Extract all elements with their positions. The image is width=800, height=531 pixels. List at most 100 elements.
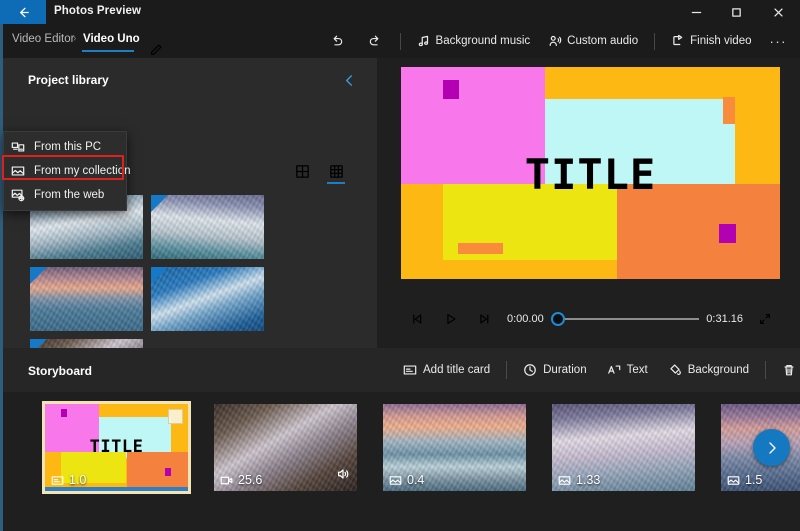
speaker-icon [336, 467, 350, 481]
clip-title-text: TITLE [45, 437, 188, 457]
back-button[interactable] [0, 0, 46, 24]
collapse-library-button[interactable] [337, 68, 361, 92]
background-button[interactable]: Background [658, 348, 759, 392]
storyboard-clip-photo[interactable]: 0.4 [383, 404, 526, 491]
paint-bucket-icon [668, 363, 682, 377]
pencil-icon [149, 43, 163, 57]
view-large-thumbnails-button[interactable] [291, 164, 313, 188]
close-button[interactable] [756, 0, 800, 24]
step-forward-icon [477, 312, 491, 326]
seek-handle[interactable] [551, 312, 565, 326]
chevron-right-icon [764, 440, 780, 456]
title-card-icon [403, 363, 417, 377]
add-title-card-button[interactable]: Add title card [393, 348, 500, 392]
menu-item-from-the-web[interactable]: From the web [4, 183, 126, 207]
menu-item-label: From this PC [34, 141, 101, 153]
menu-item-highlight [2, 155, 124, 180]
grid-small-icon [329, 164, 344, 179]
title-card-render: TITLE [401, 67, 780, 279]
delete-clip-button[interactable] [772, 348, 800, 392]
clip-magenta-square [165, 468, 171, 476]
title-card-text: TITLE [401, 154, 780, 196]
finish-video-button[interactable]: Finish video [662, 24, 760, 58]
clip-selected-indicator [45, 487, 188, 491]
library-view-toggles [291, 164, 347, 188]
storyboard-clip-title-card[interactable]: TITLE 1.0 [45, 404, 188, 491]
redo-button[interactable] [356, 24, 393, 58]
clip-duration-badge: 25.6 [220, 473, 262, 487]
background-music-label: Background music [436, 35, 531, 47]
video-preview-stage[interactable]: TITLE [401, 67, 780, 279]
clip-audio-toggle[interactable] [336, 467, 350, 486]
seek-track [559, 318, 700, 320]
music-note-icon [417, 34, 431, 48]
custom-audio-label: Custom audio [567, 35, 638, 47]
used-in-project-marker [30, 267, 47, 284]
photo-globe-icon [10, 187, 26, 203]
library-thumbnail[interactable] [151, 267, 264, 331]
toolbar-separator-2 [654, 33, 655, 50]
minimize-button[interactable] [676, 0, 716, 24]
app-title: Photos Preview [54, 5, 141, 17]
play-button[interactable] [434, 305, 467, 333]
text-icon [607, 363, 621, 377]
photo-icon [389, 474, 402, 487]
clip-duration-badge: 1.5 [727, 473, 762, 487]
preview-pane: TITLE 0:00.00 [380, 58, 800, 348]
next-frame-button[interactable] [467, 305, 500, 333]
scroll-clips-next-button[interactable] [753, 429, 790, 466]
background-label: Background [688, 364, 749, 376]
library-thumbnail[interactable] [30, 267, 143, 331]
breadcrumb-video-editor[interactable]: Video Editor [12, 33, 74, 45]
used-in-project-marker [151, 195, 168, 212]
storyboard-separator-2 [765, 361, 766, 379]
duration-button[interactable]: Duration [513, 348, 596, 392]
title-card-magenta-square [719, 224, 736, 243]
export-icon [671, 34, 685, 48]
clip-duration-badge: 1.33 [558, 473, 600, 487]
step-back-icon [411, 312, 425, 326]
storyboard-clip-photo[interactable]: 1.33 [552, 404, 695, 491]
storyboard-separator-1 [506, 361, 507, 379]
storyboard-clip-video[interactable]: 25.6 [214, 404, 357, 491]
maximize-button[interactable] [716, 0, 756, 24]
person-audio-icon [548, 34, 562, 48]
duration-label: Duration [543, 364, 586, 376]
library-thumbnail[interactable] [151, 195, 264, 259]
title-card-magenta-square [443, 80, 460, 99]
breadcrumb-project-name[interactable]: Video Uno [83, 33, 140, 48]
menu-item-label: From the web [34, 189, 104, 201]
undo-icon [330, 34, 345, 49]
background-music-button[interactable]: Background music [408, 24, 540, 58]
clip-duration-value: 1.5 [745, 473, 762, 487]
clip-selected-checkbox[interactable] [168, 409, 183, 424]
undo-button[interactable] [319, 24, 356, 58]
view-small-thumbnails-button[interactable] [325, 164, 347, 188]
redo-icon [367, 34, 382, 49]
text-button[interactable]: Text [597, 348, 658, 392]
custom-audio-button[interactable]: Custom audio [539, 24, 647, 58]
play-icon [444, 312, 458, 326]
video-icon [220, 474, 233, 487]
previous-frame-button[interactable] [401, 305, 434, 333]
current-time-label: 0:00.00 [500, 313, 551, 325]
clip-orange-block [127, 452, 188, 491]
clip-duration-badge: 0.4 [389, 473, 424, 487]
breadcrumb-separator: › [73, 33, 76, 44]
seek-slider[interactable] [551, 305, 700, 333]
clip-duration-value: 25.6 [238, 473, 262, 487]
fullscreen-icon [758, 312, 772, 326]
active-view-underline [327, 182, 345, 184]
toolbar-separator-1 [400, 33, 401, 50]
clip-duration-value: 1.33 [576, 473, 600, 487]
breadcrumb-active-underline [82, 50, 134, 52]
toolbar-more-button[interactable]: ··· [761, 34, 797, 49]
title-card-orange-bar [458, 243, 503, 254]
grid-large-icon [295, 164, 310, 179]
fullscreen-button[interactable] [750, 305, 780, 333]
close-icon [773, 7, 784, 18]
clip-duration-value: 1.0 [69, 473, 86, 487]
clip-list: TITLE 1.0 25.6 [45, 404, 800, 491]
maximize-icon [731, 7, 742, 18]
text-label: Text [627, 364, 648, 376]
